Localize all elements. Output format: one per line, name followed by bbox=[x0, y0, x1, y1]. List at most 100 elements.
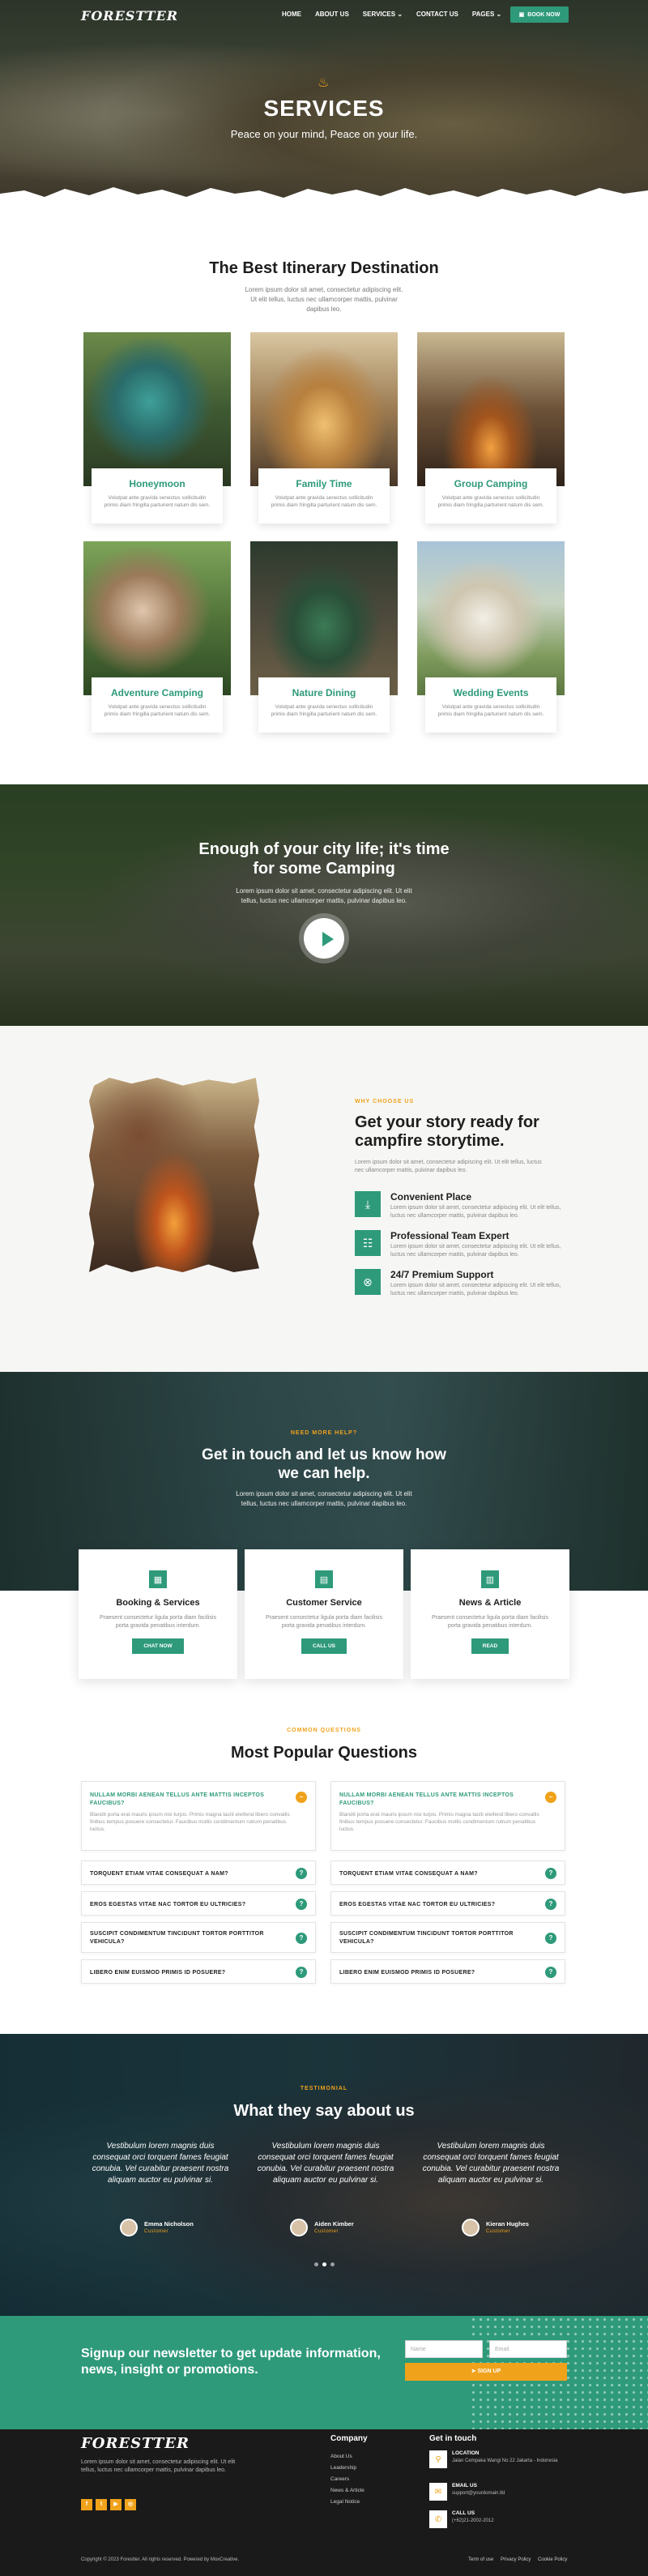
question-icon[interactable]: ? bbox=[545, 1967, 556, 1978]
legal-link-terms[interactable]: Term of use bbox=[468, 2557, 493, 2562]
question-icon[interactable]: ? bbox=[545, 1899, 556, 1910]
copyright: Copyright © 2023 Forestter. All rights r… bbox=[81, 2557, 240, 2562]
faq-item[interactable]: SUSCIPIT CONDIMENTUM TINCIDUNT TORTOR PO… bbox=[81, 1922, 316, 1953]
feature-title: Convenient Place bbox=[390, 1191, 472, 1203]
question-icon[interactable]: ? bbox=[296, 1967, 307, 1978]
itinerary-text: Lorem ipsum dolor sit amet, consectetur … bbox=[245, 286, 403, 313]
help-card-desc: Praesent consectetur ligula porta diam f… bbox=[266, 1615, 382, 1629]
service-card-desc: Volutpat ante gravida senectus sollicitu… bbox=[104, 704, 211, 717]
newsletter-title: Signup our newsletter to get update info… bbox=[81, 2347, 381, 2377]
footer-link[interactable]: About Us bbox=[330, 2454, 352, 2459]
menu-home[interactable]: HOME bbox=[282, 11, 301, 18]
service-card-title[interactable]: Honeymoon bbox=[92, 478, 223, 489]
footer-link[interactable]: Leadership bbox=[330, 2465, 356, 2471]
question-icon[interactable]: ? bbox=[545, 1933, 556, 1944]
person-name: Emma Nicholson bbox=[144, 2220, 194, 2228]
help-card-title: Customer Service bbox=[286, 1598, 362, 1608]
chat-now-button[interactable]: CHAT NOW bbox=[132, 1638, 184, 1654]
help-card-title: Booking & Services bbox=[116, 1598, 200, 1608]
youtube-icon[interactable]: ▶ bbox=[110, 2499, 122, 2510]
instagram-icon[interactable]: ◎ bbox=[125, 2499, 136, 2510]
slider-dot[interactable] bbox=[314, 2262, 318, 2266]
faq-item[interactable]: TORQUENT ETIAM VITAE CONSEQUAT A NAM?? bbox=[330, 1860, 565, 1885]
service-card-desc: Volutpat ante gravida senectus sollicitu… bbox=[271, 704, 377, 717]
site-logo[interactable]: FORESTTER bbox=[81, 8, 178, 23]
service-card-title[interactable]: Wedding Events bbox=[425, 687, 556, 698]
contact-value[interactable]: support@yourdomain.tld bbox=[452, 2490, 590, 2497]
faq-item[interactable]: TORQUENT ETIAM VITAE CONSEQUAT A NAM?? bbox=[81, 1860, 316, 1885]
service-card[interactable]: Family Time Volutpat ante gravida senectu… bbox=[250, 332, 398, 527]
footer-link[interactable]: News & Article bbox=[330, 2488, 364, 2493]
faq-question: LIBERO ENIM EUISMOD PRIMIS ID POSUERE? bbox=[90, 1970, 226, 1976]
legal-link-privacy[interactable]: Privacy Policy bbox=[501, 2557, 531, 2562]
faq-question: SUSCIPIT CONDIMENTUM TINCIDUNT TORTOR PO… bbox=[339, 1931, 514, 1945]
faq-question: NULLAM MORBI AENEAN TELLUS ANTE MATTIS I… bbox=[339, 1792, 514, 1806]
contact-value[interactable]: (+62)21-2002-2012 bbox=[452, 2518, 590, 2524]
facebook-icon[interactable]: f bbox=[81, 2499, 92, 2510]
service-card-desc: Volutpat ante gravida senectus sollicitu… bbox=[437, 495, 544, 508]
testimonial-title: What they say about us bbox=[233, 2102, 415, 2120]
minus-icon[interactable]: – bbox=[545, 1792, 556, 1803]
call-us-button[interactable]: CALL US bbox=[301, 1638, 347, 1654]
book-now-label: BOOK NOW bbox=[527, 11, 561, 18]
footer-link[interactable]: Legal Notice bbox=[330, 2499, 360, 2505]
page-title: SERVICES bbox=[263, 96, 385, 121]
faq-item[interactable]: LIBERO ENIM EUISMOD PRIMIS ID POSUERE?? bbox=[81, 1959, 316, 1984]
legal-link-cookie[interactable]: Cookie Policy bbox=[538, 2557, 567, 2562]
testimonial-person: Aiden Kimber Customer bbox=[290, 2219, 411, 2238]
nature-dining-image bbox=[250, 541, 398, 695]
name-input[interactable]: Name bbox=[405, 2340, 483, 2358]
faq-item-open[interactable]: NULLAM MORBI AENEAN TELLUS ANTE MATTIS I… bbox=[330, 1781, 565, 1851]
book-now-button[interactable]: ▣ BOOK NOW bbox=[510, 6, 569, 23]
service-card[interactable]: Adventure Camping Volutpat ante gravida s… bbox=[83, 541, 231, 736]
person-role: Customer bbox=[144, 2229, 169, 2234]
sign-up-button[interactable]: ➤ SIGN UP bbox=[405, 2363, 567, 2381]
menu-services[interactable]: SERVICES ⌄ bbox=[363, 11, 403, 18]
contact-value: Jalan Cempaka Wangi No 22 Jakarta - Indo… bbox=[452, 2459, 558, 2463]
minus-icon[interactable]: – bbox=[296, 1792, 307, 1803]
service-card-title[interactable]: Nature Dining bbox=[258, 687, 390, 698]
question-icon[interactable]: ? bbox=[296, 1933, 307, 1944]
help-card: ▥ News & Article Praesent consectetur ligu… bbox=[411, 1549, 569, 1679]
person-name: Aiden Kimber bbox=[314, 2220, 354, 2228]
footer-link[interactable]: Careers bbox=[330, 2476, 349, 2482]
sign-up-label: SIGN UP bbox=[477, 2369, 501, 2374]
faq-item[interactable]: EROS EGESTAS VITAE NAC TORTOR EU ULTRICI… bbox=[81, 1891, 316, 1916]
service-card[interactable]: Honeymoon Volutpat ante gravida senectus … bbox=[83, 332, 231, 527]
faq-answer: Blandit porta erat mauris ipsum nisi tur… bbox=[90, 1812, 290, 1832]
service-card[interactable]: Nature Dining Volutpat ante gravida senec… bbox=[250, 541, 398, 736]
play-video-button[interactable] bbox=[304, 918, 344, 959]
faq-item[interactable]: SUSCIPIT CONDIMENTUM TINCIDUNT TORTOR PO… bbox=[330, 1922, 565, 1953]
faq-item[interactable]: LIBERO ENIM EUISMOD PRIMIS ID POSUERE?? bbox=[330, 1959, 565, 1984]
faq-question: EROS EGESTAS VITAE NAC TORTOR EU ULTRICI… bbox=[90, 1902, 246, 1907]
faq-item[interactable]: EROS EGESTAS VITAE NAC TORTOR EU ULTRICI… bbox=[330, 1891, 565, 1916]
service-card-title[interactable]: Adventure Camping bbox=[92, 687, 223, 698]
menu-pages[interactable]: PAGES ⌄ bbox=[472, 11, 501, 18]
faq-item-open[interactable]: NULLAM MORBI AENEAN TELLUS ANTE MATTIS I… bbox=[81, 1781, 316, 1851]
why-eyebrow: WHY CHOOSE US bbox=[355, 1099, 415, 1104]
service-card-title[interactable]: Family Time bbox=[258, 478, 390, 489]
slider-dot[interactable] bbox=[330, 2262, 335, 2266]
slider-dot-active[interactable] bbox=[322, 2262, 326, 2266]
service-card[interactable]: Wedding Events Volutpat ante gravida sene… bbox=[417, 541, 565, 736]
service-card[interactable]: Group Camping Volutpat ante gravida senec… bbox=[417, 332, 565, 527]
twitter-icon[interactable]: t bbox=[96, 2499, 107, 2510]
email-input[interactable]: Email bbox=[489, 2340, 567, 2358]
menu-about[interactable]: ABOUT US bbox=[315, 11, 349, 18]
menu-contact[interactable]: CONTACT US bbox=[416, 11, 458, 18]
faq-question: TORQUENT ETIAM VITAE CONSEQUAT A NAM? bbox=[339, 1871, 478, 1877]
help-card: ▤ Customer Service Praesent consectetur li… bbox=[245, 1549, 403, 1679]
question-icon[interactable]: ? bbox=[545, 1868, 556, 1879]
footer-logo[interactable]: FORESTTER bbox=[81, 2435, 190, 2452]
question-icon[interactable]: ? bbox=[296, 1868, 307, 1879]
faq-answer: Blandit porta erat mauris ipsum nisi tur… bbox=[339, 1812, 539, 1832]
email-icon: ✉ bbox=[429, 2483, 447, 2501]
read-button[interactable]: READ bbox=[471, 1638, 509, 1654]
question-icon[interactable]: ? bbox=[296, 1899, 307, 1910]
feature-item: ⊗ 24/7 Premium Support Lorem ipsum dolor s… bbox=[355, 1269, 565, 1301]
service-card-title[interactable]: Group Camping bbox=[425, 478, 556, 489]
avatar bbox=[290, 2219, 308, 2236]
fire-icon: ♨ bbox=[318, 76, 330, 90]
video-text: Lorem ipsum dolor sit amet, consectetur … bbox=[236, 887, 412, 904]
footer-about: Lorem ipsum dolor sit amet, consectetur … bbox=[81, 2459, 236, 2473]
